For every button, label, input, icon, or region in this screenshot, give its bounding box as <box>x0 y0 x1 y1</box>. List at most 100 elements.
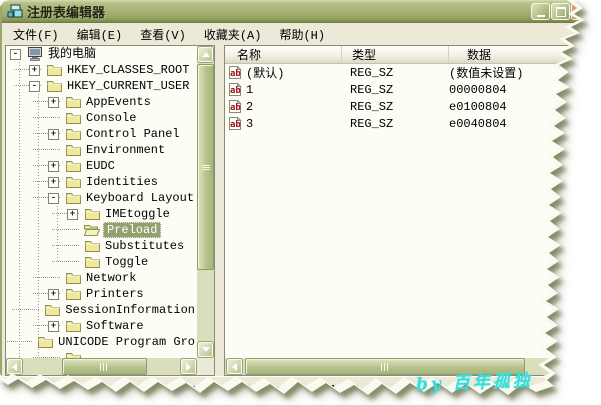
tree-item-eudc[interactable]: + EUDC <box>6 158 197 174</box>
tree-connector: - <box>8 46 24 62</box>
menu-file[interactable]: 文件(F) <box>4 23 68 46</box>
tree-item-label[interactable]: Keyboard Layout <box>84 191 196 205</box>
tree-item-hkey-current-user[interactable]: - HKEY_CURRENT_USER <box>6 78 197 94</box>
tree-horizontal-scrollbar[interactable] <box>6 358 197 375</box>
tree-item-label[interactable]: SessionInformation <box>63 303 197 317</box>
svg-text:ab: ab <box>230 69 241 79</box>
tree-item-label[interactable]: Network <box>84 271 138 285</box>
value-row-2[interactable]: ab2REG_SZe0100804 <box>225 98 601 115</box>
tree-item-label[interactable]: HKEY_CLASSES_ROOT <box>65 63 191 77</box>
tree-item-label[interactable]: Printers <box>84 287 146 301</box>
list-horizontal-scrollbar[interactable] <box>225 358 601 375</box>
column-header-data[interactable]: 数据 <box>449 46 601 63</box>
tree-line <box>33 149 60 150</box>
minimize-button[interactable] <box>531 3 550 20</box>
tree-item-environment[interactable]: Environment <box>6 142 197 158</box>
panel-splitter[interactable] <box>215 45 224 376</box>
expand-icon[interactable]: + <box>29 65 40 76</box>
tree-connector: + <box>46 174 62 190</box>
tree-item-sessioninformation[interactable]: SessionInformation <box>6 302 197 318</box>
tree-item-network[interactable]: Network <box>6 270 197 286</box>
menu-edit[interactable]: 编辑(E) <box>68 23 132 46</box>
tree-item-label[interactable]: EUDC <box>84 159 117 173</box>
vertical-scroll-thumb[interactable] <box>197 64 214 270</box>
string-value-icon: ab <box>228 83 243 96</box>
close-button[interactable]: ✕ <box>571 3 590 20</box>
tree-connector: - <box>27 78 43 94</box>
tree-item-control-panel[interactable]: + Control Panel <box>6 126 197 142</box>
maximize-button[interactable] <box>551 3 570 20</box>
scroll-up-button[interactable] <box>197 46 214 63</box>
tree-item-software[interactable]: + Software <box>6 318 197 334</box>
computer-icon <box>27 47 43 61</box>
tree-item-label[interactable]: Software <box>84 319 146 333</box>
tree-item-toggle[interactable]: Toggle <box>6 254 197 270</box>
value-data: (数值未设置) <box>449 64 601 81</box>
expand-icon[interactable]: + <box>48 161 59 172</box>
value-row-1[interactable]: ab1REG_SZ00000804 <box>225 81 601 98</box>
tree-item-label[interactable]: Console <box>84 111 138 125</box>
tree-connector <box>18 334 34 350</box>
horizontal-scroll-thumb[interactable] <box>62 358 147 375</box>
maximize-icon <box>556 7 566 17</box>
value-row-default[interactable]: ab(默认)REG_SZ(数值未设置) <box>225 64 601 81</box>
collapse-icon[interactable]: - <box>10 49 21 60</box>
tree-item-hkey-classes-root[interactable]: + HKEY_CLASSES_ROOT <box>6 62 197 78</box>
value-name[interactable]: 2 <box>246 100 342 114</box>
expand-icon[interactable]: + <box>48 129 59 140</box>
menu-view[interactable]: 查看(V) <box>131 23 195 46</box>
scroll-left-button[interactable] <box>226 358 243 375</box>
tree-line <box>33 277 60 278</box>
value-type: REG_SZ <box>342 117 449 131</box>
tree-item-label[interactable]: Identities <box>84 175 160 189</box>
tree-item-label[interactable]: Substitutes <box>103 239 186 253</box>
tree-item-imetoggle[interactable]: + IMEtoggle <box>6 206 197 222</box>
value-name[interactable]: 3 <box>246 117 342 131</box>
expand-icon[interactable]: + <box>48 289 59 300</box>
tree-vertical-scrollbar[interactable] <box>197 46 214 358</box>
tree-item-label[interactable]: HKEY_CURRENT_USER <box>65 79 191 93</box>
tree-item-key[interactable]: - 我的电脑 <box>6 46 197 62</box>
value-name[interactable]: (默认) <box>246 64 342 81</box>
tree-connector: + <box>46 286 62 302</box>
string-value-icon: ab <box>228 100 243 113</box>
expand-icon[interactable]: + <box>48 97 59 108</box>
tree-item-printers[interactable]: + Printers <box>6 286 197 302</box>
tree-item-label[interactable]: 我的电脑 <box>46 47 98 61</box>
tree-item-unicode-program-gro[interactable]: UNICODE Program Gro <box>6 334 197 350</box>
tree-item-label[interactable]: AppEvents <box>84 95 153 109</box>
tree-item-label[interactable]: Environment <box>84 143 167 157</box>
scroll-down-button[interactable] <box>197 341 214 358</box>
tree-item-label[interactable]: Control Panel <box>84 127 182 141</box>
value-name[interactable]: 1 <box>246 83 342 97</box>
expand-icon[interactable]: + <box>48 321 59 332</box>
collapse-icon[interactable]: - <box>29 81 40 92</box>
tree-item-label[interactable]: IMEtoggle <box>103 207 172 221</box>
tree-item-preload[interactable]: Preload <box>6 222 197 238</box>
tree-item-console[interactable]: Console <box>6 110 197 126</box>
tree-connector <box>46 142 62 158</box>
tree-item-keyboard-layout[interactable]: - Keyboard Layout <box>6 190 197 206</box>
status-path: 我的电脑\HKEY_CURRENT_USER\Keyboard Layout\P… <box>8 384 358 398</box>
tree-item-label[interactable]: UNICODE Program Gro <box>56 335 197 349</box>
column-header-type[interactable]: 类型 <box>342 46 449 63</box>
expand-icon[interactable]: + <box>67 209 78 220</box>
list-header: 名称 类型 数据 <box>225 46 601 64</box>
collapse-icon[interactable]: - <box>48 193 59 204</box>
scroll-right-button[interactable] <box>180 358 197 375</box>
tree-item-appevents[interactable]: + AppEvents <box>6 94 197 110</box>
column-header-name[interactable]: 名称 <box>225 46 342 63</box>
scroll-right-button[interactable] <box>583 358 600 375</box>
expand-icon[interactable]: + <box>48 177 59 188</box>
menu-help[interactable]: 帮助(H) <box>270 23 334 46</box>
tree-item-label[interactable]: Toggle <box>103 255 150 269</box>
tree-item-partial[interactable] <box>6 350 197 358</box>
string-value-icon: ab <box>228 66 243 79</box>
tree-item-substitutes[interactable]: Substitutes <box>6 238 197 254</box>
menu-favorites[interactable]: 收藏夹(A) <box>195 23 271 46</box>
value-row-3[interactable]: ab3REG_SZe0040804 <box>225 115 601 132</box>
scroll-left-button[interactable] <box>6 358 23 375</box>
tree-item-identities[interactable]: + Identities <box>6 174 197 190</box>
tree-item-label[interactable]: Preload <box>103 222 161 238</box>
tree-connector <box>65 254 81 270</box>
